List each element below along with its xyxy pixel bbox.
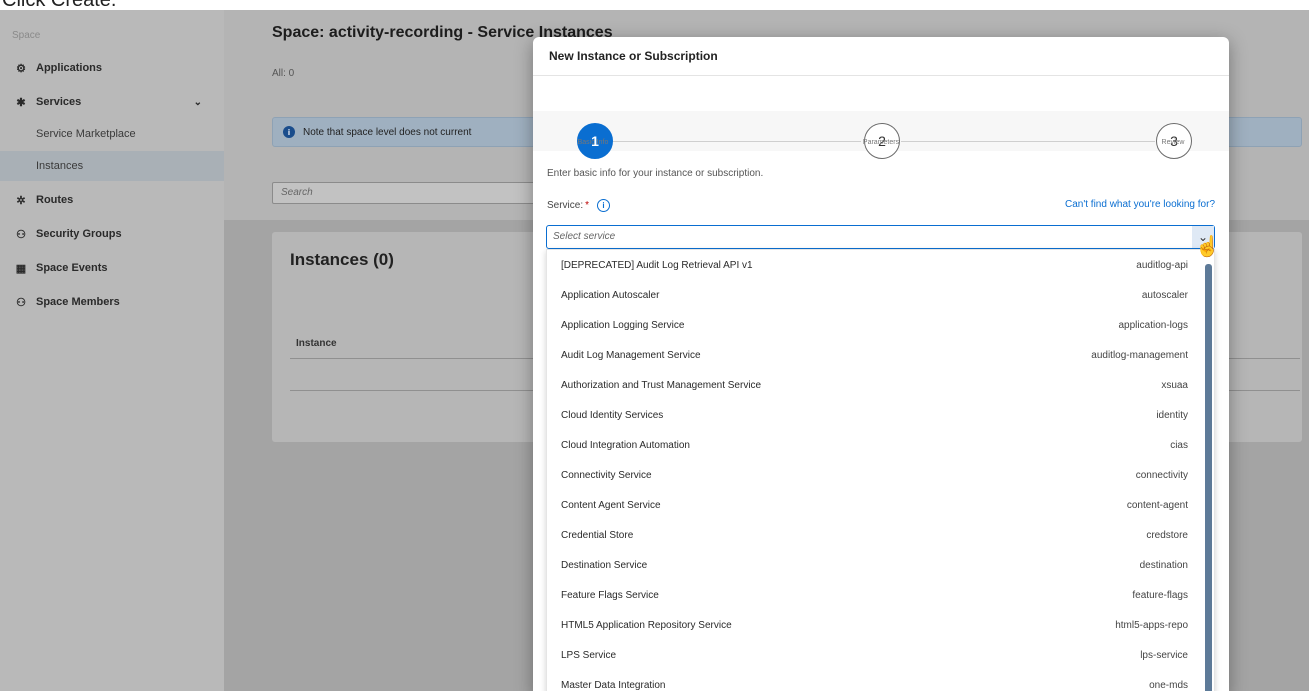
select-placeholder: Select service	[553, 231, 616, 242]
option-key: xsuaa	[1161, 379, 1188, 391]
option-key: lps-service	[1140, 649, 1188, 661]
chevron-down-icon: ⌄	[193, 96, 202, 108]
applications-icon: ⚙	[16, 62, 26, 75]
option-name: Content Agent Service	[561, 499, 661, 511]
sidebar-item-space-events[interactable]: ▦ Space Events	[0, 253, 224, 283]
service-select[interactable]: Select service ⌄	[546, 225, 1215, 249]
sidebar-item-label: Routes	[36, 194, 74, 206]
service-option[interactable]: Content Agent Service content-agent	[547, 490, 1202, 520]
sidebar: Space ⚙ Applications ✱ Services ⌄ Servic…	[0, 10, 224, 691]
info-icon: i	[283, 126, 295, 138]
service-option[interactable]: Application Autoscaler autoscaler	[547, 280, 1202, 310]
divider	[533, 75, 1229, 76]
service-label: Service:	[547, 200, 584, 211]
option-key: autoscaler	[1141, 289, 1188, 301]
option-name: Cloud Identity Services	[561, 409, 664, 421]
routes-icon: ✲	[16, 194, 26, 207]
option-name: Audit Log Management Service	[561, 349, 701, 361]
option-name: Application Autoscaler	[561, 289, 660, 301]
search-input[interactable]: Search	[272, 182, 542, 204]
sidebar-item-label: Instances	[36, 160, 84, 172]
sidebar-item-security-groups[interactable]: ⚇ Security Groups	[0, 219, 224, 249]
service-label-row: Service: * i	[547, 199, 611, 212]
option-key: connectivity	[1135, 469, 1188, 481]
all-count: All: 0	[272, 68, 295, 79]
option-key: auditlog-api	[1136, 259, 1188, 271]
required-mark: *	[585, 200, 590, 211]
option-key: application-logs	[1118, 319, 1189, 331]
service-option[interactable]: [DEPRECATED] Audit Log Retrieval API v1 a…	[547, 250, 1202, 280]
column-header-instance: Instance	[296, 338, 337, 349]
option-key: feature-flags	[1132, 589, 1188, 601]
service-option[interactable]: HTML5 Application Repository Service html…	[547, 610, 1202, 640]
option-key: html5-apps-repo	[1115, 619, 1188, 631]
service-option[interactable]: LPS Service lps-service	[547, 640, 1202, 670]
option-key: identity	[1156, 409, 1188, 421]
service-option[interactable]: Cloud Identity Services identity	[547, 400, 1202, 430]
option-name: Master Data Integration	[561, 679, 666, 691]
option-name: [DEPRECATED] Audit Log Retrieval API v1	[561, 259, 753, 271]
instances-title: Instances (0)	[290, 250, 394, 269]
security-groups-icon: ⚇	[16, 228, 26, 241]
option-key: content-agent	[1126, 499, 1188, 511]
info-message-text: Note that space level does not current	[303, 126, 472, 138]
tutorial-caption: Click Create.	[0, 0, 1309, 10]
sidebar-item-space-members[interactable]: ⚇ Space Members	[0, 287, 224, 317]
service-option[interactable]: Feature Flags Service feature-flags	[547, 580, 1202, 610]
calendar-icon: ▦	[15, 262, 27, 275]
sidebar-item-label: Applications	[36, 62, 103, 74]
dialog-subtitle: Enter basic info for your instance or su…	[547, 168, 764, 179]
service-option[interactable]: Connectivity Service connectivity	[547, 460, 1202, 490]
services-icon: ✱	[16, 96, 26, 109]
option-name: LPS Service	[561, 649, 617, 661]
option-name: Application Logging Service	[561, 319, 685, 331]
service-options-list: [DEPRECATED] Audit Log Retrieval API v1 a…	[546, 249, 1215, 691]
option-name: Cloud Integration Automation	[561, 439, 690, 451]
sidebar-item-instances[interactable]: Instances	[0, 151, 224, 181]
wizard-step-label: Basic Info	[577, 139, 609, 146]
sidebar-header: Space	[12, 30, 41, 41]
option-key: credstore	[1146, 529, 1188, 541]
service-option[interactable]: Cloud Integration Automation cias	[547, 430, 1202, 460]
sidebar-item-routes[interactable]: ✲ Routes	[0, 185, 224, 215]
wizard-connector	[613, 141, 861, 142]
members-icon: ⚇	[16, 296, 26, 309]
dialog-title: New Instance or Subscription	[549, 49, 718, 63]
sidebar-item-applications[interactable]: ⚙ Applications	[0, 53, 224, 83]
service-option[interactable]: Destination Service destination	[547, 550, 1202, 580]
option-key: destination	[1139, 559, 1188, 571]
sidebar-item-label: Services	[36, 96, 82, 108]
option-name: Connectivity Service	[561, 469, 652, 481]
scrollbar[interactable]	[1205, 264, 1212, 691]
service-option[interactable]: Master Data Integration one-mds	[547, 670, 1202, 691]
sidebar-item-service-marketplace[interactable]: Service Marketplace	[0, 119, 224, 149]
option-name: HTML5 Application Repository Service	[561, 619, 732, 631]
service-option[interactable]: Authorization and Trust Management Servi…	[547, 370, 1202, 400]
new-instance-dialog: New Instance or Subscription 1 2 3 Enter…	[533, 37, 1229, 691]
sidebar-item-label: Space Events	[36, 262, 108, 274]
service-option[interactable]: Application Logging Service application-l…	[547, 310, 1202, 340]
wizard-step-label: Parameters	[862, 139, 900, 146]
option-key: auditlog-management	[1091, 349, 1188, 361]
mouse-cursor-icon: ☝	[1195, 236, 1220, 258]
sidebar-item-label: Security Groups	[36, 228, 122, 240]
option-name: Credential Store	[561, 529, 634, 541]
wizard-connector	[901, 141, 1155, 142]
option-name: Authorization and Trust Management Servi…	[561, 379, 762, 391]
option-key: one-mds	[1149, 679, 1188, 691]
option-name: Feature Flags Service	[561, 589, 659, 601]
sidebar-item-services[interactable]: ✱ Services ⌄	[0, 87, 224, 117]
wizard-step-label: Review	[1161, 139, 1185, 146]
info-icon[interactable]: i	[597, 199, 611, 212]
sidebar-item-label: Service Marketplace	[36, 128, 136, 140]
option-key: cias	[1170, 439, 1188, 451]
service-option[interactable]: Audit Log Management Service auditlog-man…	[547, 340, 1202, 370]
sidebar-item-label: Space Members	[36, 296, 120, 308]
option-name: Destination Service	[561, 559, 648, 571]
service-option[interactable]: Credential Store credstore	[547, 520, 1202, 550]
cant-find-link[interactable]: Can't find what you're looking for?	[1065, 199, 1215, 210]
